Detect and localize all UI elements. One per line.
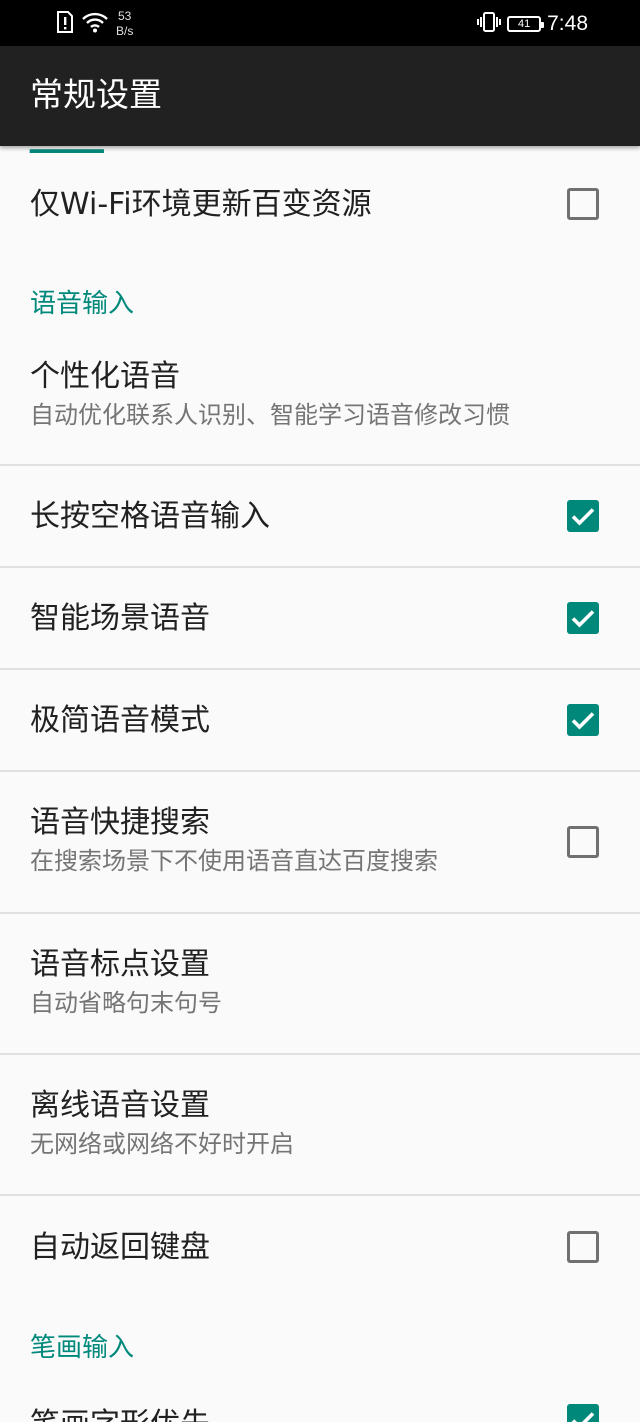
status-time: 7:48 <box>547 12 588 35</box>
setting-title: 极简语音模式 <box>30 703 210 738</box>
setting-title: 长按空格语音输入 <box>30 499 270 534</box>
vibrate-icon <box>477 11 502 37</box>
battery-icon: 41 <box>507 16 545 32</box>
setting-subtitle: 自动省略句末句号 <box>30 989 222 1017</box>
setting-title: 智能场景语音 <box>30 601 210 636</box>
minimal-mode-checkbox[interactable] <box>567 704 599 736</box>
net-speed-unit: B/s <box>116 24 134 38</box>
section-header-voice-input: 语音输入 <box>30 289 135 319</box>
auto-return-checkbox[interactable] <box>567 1231 599 1263</box>
setting-title: 仅Wi-Fi环境更新百变资源 <box>30 187 372 222</box>
setting-offline-voice[interactable]: 离线语音设置 无网络或网络不好时开启 <box>0 1055 640 1195</box>
setting-long-press-space[interactable]: 长按空格语音输入 <box>0 466 640 566</box>
alert-icon <box>56 11 74 37</box>
setting-stroke-priority[interactable]: 笔画字形优先 <box>0 1376 640 1422</box>
setting-subtitle: 在搜索场景下不使用语音直达百度搜索 <box>30 847 438 875</box>
setting-title: 笔画字形优先 <box>30 1406 210 1422</box>
setting-quick-search[interactable]: 语音快捷搜索 在搜索场景下不使用语音直达百度搜索 <box>0 772 640 912</box>
stroke-priority-checkbox[interactable] <box>567 1404 599 1422</box>
setting-title: 个性化语音 <box>30 359 180 394</box>
setting-title: 离线语音设置 <box>30 1088 210 1123</box>
app-bar: 常规设置 <box>0 46 640 146</box>
setting-title: 语音快捷搜索 <box>30 805 210 840</box>
setting-smart-scene[interactable]: 智能场景语音 <box>0 568 640 668</box>
settings-list[interactable]: ▁▁▁▁ 仅Wi-Fi环境更新百变资源 语音输入 个性化语音 自动优化联系人识别… <box>0 146 640 1422</box>
setting-minimal-mode[interactable]: 极简语音模式 <box>0 670 640 770</box>
net-speed: 53 B/s <box>116 9 133 39</box>
battery-level: 41 <box>518 18 531 30</box>
setting-personal-voice[interactable]: 个性化语音 自动优化联系人识别、智能学习语音修改习惯 <box>0 338 640 464</box>
setting-subtitle: 无网络或网络不好时开启 <box>30 1130 294 1158</box>
status-bar: 53 B/s 41 7:48 <box>0 0 640 46</box>
long-press-space-checkbox[interactable] <box>567 500 599 532</box>
setting-wifi-update[interactable]: 仅Wi-Fi环境更新百变资源 <box>0 146 640 266</box>
status-left: 53 B/s <box>56 8 133 40</box>
wifi-icon <box>82 11 108 37</box>
wifi-update-checkbox[interactable] <box>567 188 599 220</box>
status-right: 41 7:48 <box>477 8 588 40</box>
setting-title: 语音标点设置 <box>30 947 210 982</box>
setting-punctuation[interactable]: 语音标点设置 自动省略句末句号 <box>0 914 640 1054</box>
setting-subtitle: 自动优化联系人识别、智能学习语音修改习惯 <box>30 401 510 429</box>
net-speed-value: 53 <box>117 9 132 23</box>
section-header-stroke-input: 笔画输入 <box>30 1333 135 1363</box>
setting-title: 自动返回键盘 <box>30 1230 210 1265</box>
page-title: 常规设置 <box>30 75 162 114</box>
quick-search-checkbox[interactable] <box>567 826 599 858</box>
setting-auto-return[interactable]: 自动返回键盘 <box>0 1196 640 1296</box>
smart-scene-checkbox[interactable] <box>567 602 599 634</box>
